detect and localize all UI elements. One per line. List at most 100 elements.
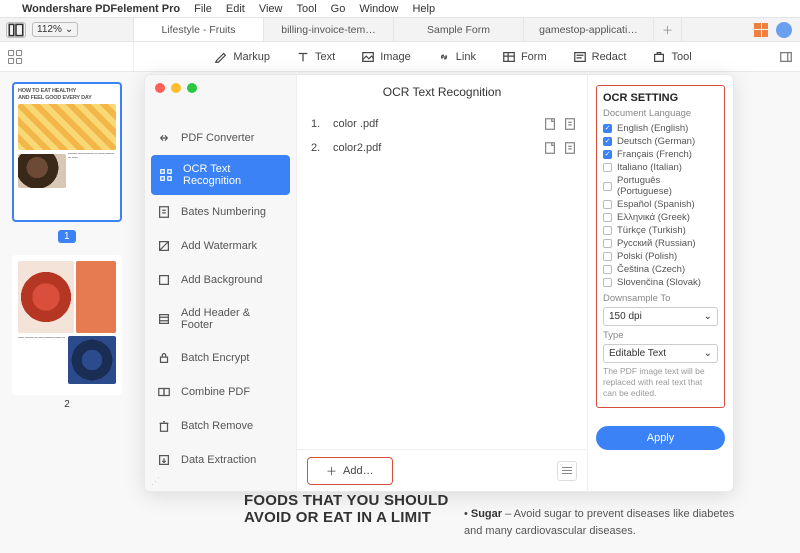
settings-heading: OCR SETTING: [603, 92, 718, 104]
tabs: Lifestyle - Fruits billing-invoice-tem… …: [134, 18, 746, 41]
file-row[interactable]: 2. color2.pdf: [311, 136, 577, 160]
language-option[interactable]: Ελληνικά (Greek): [603, 211, 716, 224]
thumbnail-pane-toggle[interactable]: [6, 22, 26, 38]
file-row[interactable]: 1. color .pdf: [311, 112, 577, 136]
language-option[interactable]: Français (French): [603, 148, 716, 161]
home-grid-icon[interactable]: [8, 50, 22, 64]
sidebar-item-data-extraction[interactable]: Data Extraction: [145, 443, 296, 477]
checkbox[interactable]: [603, 163, 612, 172]
menu-go[interactable]: Go: [331, 3, 346, 15]
language-option[interactable]: English (English): [603, 122, 716, 135]
apply-button[interactable]: Apply: [596, 426, 725, 450]
checkbox[interactable]: [603, 182, 612, 191]
thumbnail-page-2[interactable]: ▬▬ ▬▬▬ ▬ ▬▬ ▬▬▬ ▬▬ ▬: [12, 255, 122, 395]
downsample-select[interactable]: 150 dpi ⌄: [603, 307, 718, 326]
menu-edit[interactable]: Edit: [226, 3, 245, 15]
tab-gamestop[interactable]: gamestop-applicati…: [524, 18, 654, 41]
checkbox[interactable]: [603, 239, 612, 248]
doc-language-label: Document Language: [603, 108, 718, 119]
minimize-icon[interactable]: [171, 83, 181, 93]
sidebar-item-batch-remove[interactable]: Batch Remove: [145, 409, 296, 443]
language-option[interactable]: Español (Spanish): [603, 198, 716, 211]
thumbnails-sidebar: HOW TO EAT HEALTHY AND FEEL GOOD EVERY D…: [0, 72, 134, 553]
checkbox[interactable]: [603, 252, 612, 261]
menu-view[interactable]: View: [259, 3, 283, 15]
language-label: Italiano (Italian): [617, 162, 682, 173]
sidebar-label: Bates Numbering: [181, 206, 266, 218]
language-option[interactable]: Deutsch (German): [603, 135, 716, 148]
checkbox[interactable]: [603, 226, 612, 235]
sidebar-item-ocr[interactable]: OCR Text Recognition: [151, 155, 290, 195]
menu-file[interactable]: File: [194, 3, 212, 15]
file-options-icon[interactable]: [563, 117, 577, 131]
tool-text[interactable]: Text: [296, 50, 335, 64]
add-file-label: Add…: [343, 465, 374, 477]
sidebar-item-pdf-converter[interactable]: PDF Converter: [145, 121, 296, 155]
user-avatar[interactable]: [776, 22, 792, 38]
language-option[interactable]: Português (Portuguese): [603, 174, 716, 198]
checkbox[interactable]: [603, 200, 612, 209]
sidebar-label: Data Extraction: [181, 454, 256, 466]
checkbox[interactable]: [603, 150, 612, 159]
doc-bullet-bold: Sugar: [471, 508, 502, 520]
thumbnail-page-1[interactable]: HOW TO EAT HEALTHY AND FEEL GOOD EVERY D…: [12, 82, 122, 222]
page-range-icon[interactable]: [543, 117, 557, 131]
add-file-button[interactable]: ＋ Add…: [307, 457, 393, 485]
sidebar-item-encrypt[interactable]: Batch Encrypt: [145, 341, 296, 375]
app-name[interactable]: Wondershare PDFelement Pro: [22, 3, 180, 15]
language-option[interactable]: Čeština (Czech): [603, 263, 716, 276]
thumb1-title-1: HOW TO EAT HEALTHY: [18, 88, 116, 95]
tool-markup[interactable]: Markup: [214, 50, 270, 64]
menu-help[interactable]: Help: [412, 3, 435, 15]
app-switcher-icon[interactable]: [754, 23, 768, 37]
list-view-toggle[interactable]: [557, 461, 577, 481]
checkbox[interactable]: [603, 265, 612, 274]
zoom-window-icon[interactable]: [187, 83, 197, 93]
file-options-icon[interactable]: [563, 141, 577, 155]
sidebar-item-background[interactable]: Add Background: [145, 263, 296, 297]
sidebar-item-watermark[interactable]: Add Watermark: [145, 229, 296, 263]
language-label: Čeština (Czech): [617, 264, 685, 275]
tab-billing[interactable]: billing-invoice-tem…: [264, 18, 394, 41]
checkbox[interactable]: [603, 278, 612, 287]
tab-sample-form[interactable]: Sample Form: [394, 18, 524, 41]
sidebar-right-toggle[interactable]: [772, 50, 800, 64]
zoom-select[interactable]: 112% ⌄: [32, 22, 78, 37]
language-option[interactable]: Polski (Polish): [603, 250, 716, 263]
downsample-value: 150 dpi: [609, 311, 642, 322]
sidebar-item-header-footer[interactable]: Add Header & Footer: [145, 297, 296, 341]
thumbnail-page-2-number: 2: [12, 399, 122, 410]
language-label: Slovenčina (Slovak): [617, 277, 701, 288]
language-option[interactable]: Slovenčina (Slovak): [603, 276, 716, 289]
menu-tool[interactable]: Tool: [296, 3, 316, 15]
language-option[interactable]: Türkçe (Turkish): [603, 224, 716, 237]
sidebar-item-bates[interactable]: Bates Numbering: [145, 195, 296, 229]
sidebar-label: Add Header & Footer: [181, 307, 284, 331]
language-list[interactable]: English (English)Deutsch (German)Françai…: [603, 122, 718, 289]
dialog-title: OCR Text Recognition: [297, 75, 587, 108]
close-icon[interactable]: [155, 83, 165, 93]
sidebar-label: Add Watermark: [181, 240, 257, 252]
document-content: FOODS THAT YOU SHOULD AVOID OR EAT IN A …: [244, 492, 742, 526]
tool-link[interactable]: Link: [437, 50, 476, 64]
language-option[interactable]: Русский (Russian): [603, 237, 716, 250]
chevron-down-icon: ⌄: [704, 348, 712, 359]
tab-lifestyle[interactable]: Lifestyle - Fruits: [134, 18, 264, 41]
sidebar-label: PDF Converter: [181, 132, 254, 144]
type-select[interactable]: Editable Text ⌄: [603, 344, 718, 363]
sidebar-item-combine[interactable]: Combine PDF: [145, 375, 296, 409]
menu-window[interactable]: Window: [359, 3, 398, 15]
page-range-icon[interactable]: [543, 141, 557, 155]
language-option[interactable]: Italiano (Italian): [603, 161, 716, 174]
file-num: 1.: [311, 118, 333, 130]
checkbox[interactable]: [603, 213, 612, 222]
tool-redact[interactable]: Redact: [573, 50, 627, 64]
checkbox[interactable]: [603, 137, 612, 146]
add-tab-button[interactable]: ＋: [654, 18, 682, 41]
thumbnail-page-1-number: 1: [58, 230, 76, 243]
tool-tool[interactable]: Tool: [652, 50, 691, 64]
resize-handle-icon[interactable]: ⋰: [151, 476, 160, 487]
checkbox[interactable]: [603, 124, 612, 133]
tool-image[interactable]: Image: [361, 50, 411, 64]
tool-form[interactable]: Form: [502, 50, 547, 64]
